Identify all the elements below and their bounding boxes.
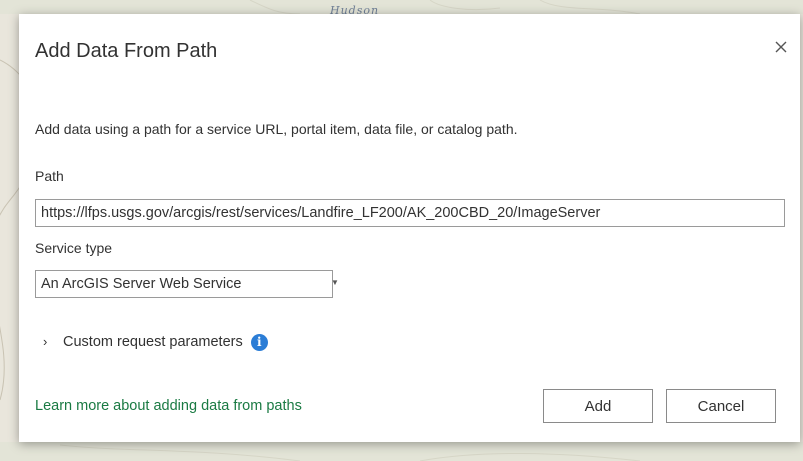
chevron-right-icon: › (43, 334, 48, 349)
dialog-description: Add data using a path for a service URL,… (35, 121, 518, 137)
path-label: Path (35, 168, 64, 184)
service-type-value: An ArcGIS Server Web Service (41, 276, 242, 292)
custom-request-parameters-label: Custom request parameters (63, 334, 243, 350)
add-button[interactable]: Add (543, 389, 653, 423)
cancel-button[interactable]: Cancel (666, 389, 776, 423)
dialog-title: Add Data From Path (35, 40, 218, 62)
add-data-from-path-dialog: Add Data From Path Add data using a path… (19, 14, 800, 442)
learn-more-link[interactable]: Learn more about adding data from paths (35, 398, 302, 414)
close-icon (775, 41, 787, 53)
dropdown-caret-icon: ▼ (331, 278, 339, 287)
service-type-dropdown[interactable]: An ArcGIS Server Web Service ▼ (35, 270, 339, 298)
service-type-label: Service type (35, 240, 113, 256)
close-button[interactable] (770, 36, 792, 58)
custom-request-parameters-toggle[interactable]: › Custom request parameters i (35, 332, 268, 352)
info-icon[interactable]: i (250, 333, 268, 351)
path-input[interactable] (35, 199, 785, 227)
